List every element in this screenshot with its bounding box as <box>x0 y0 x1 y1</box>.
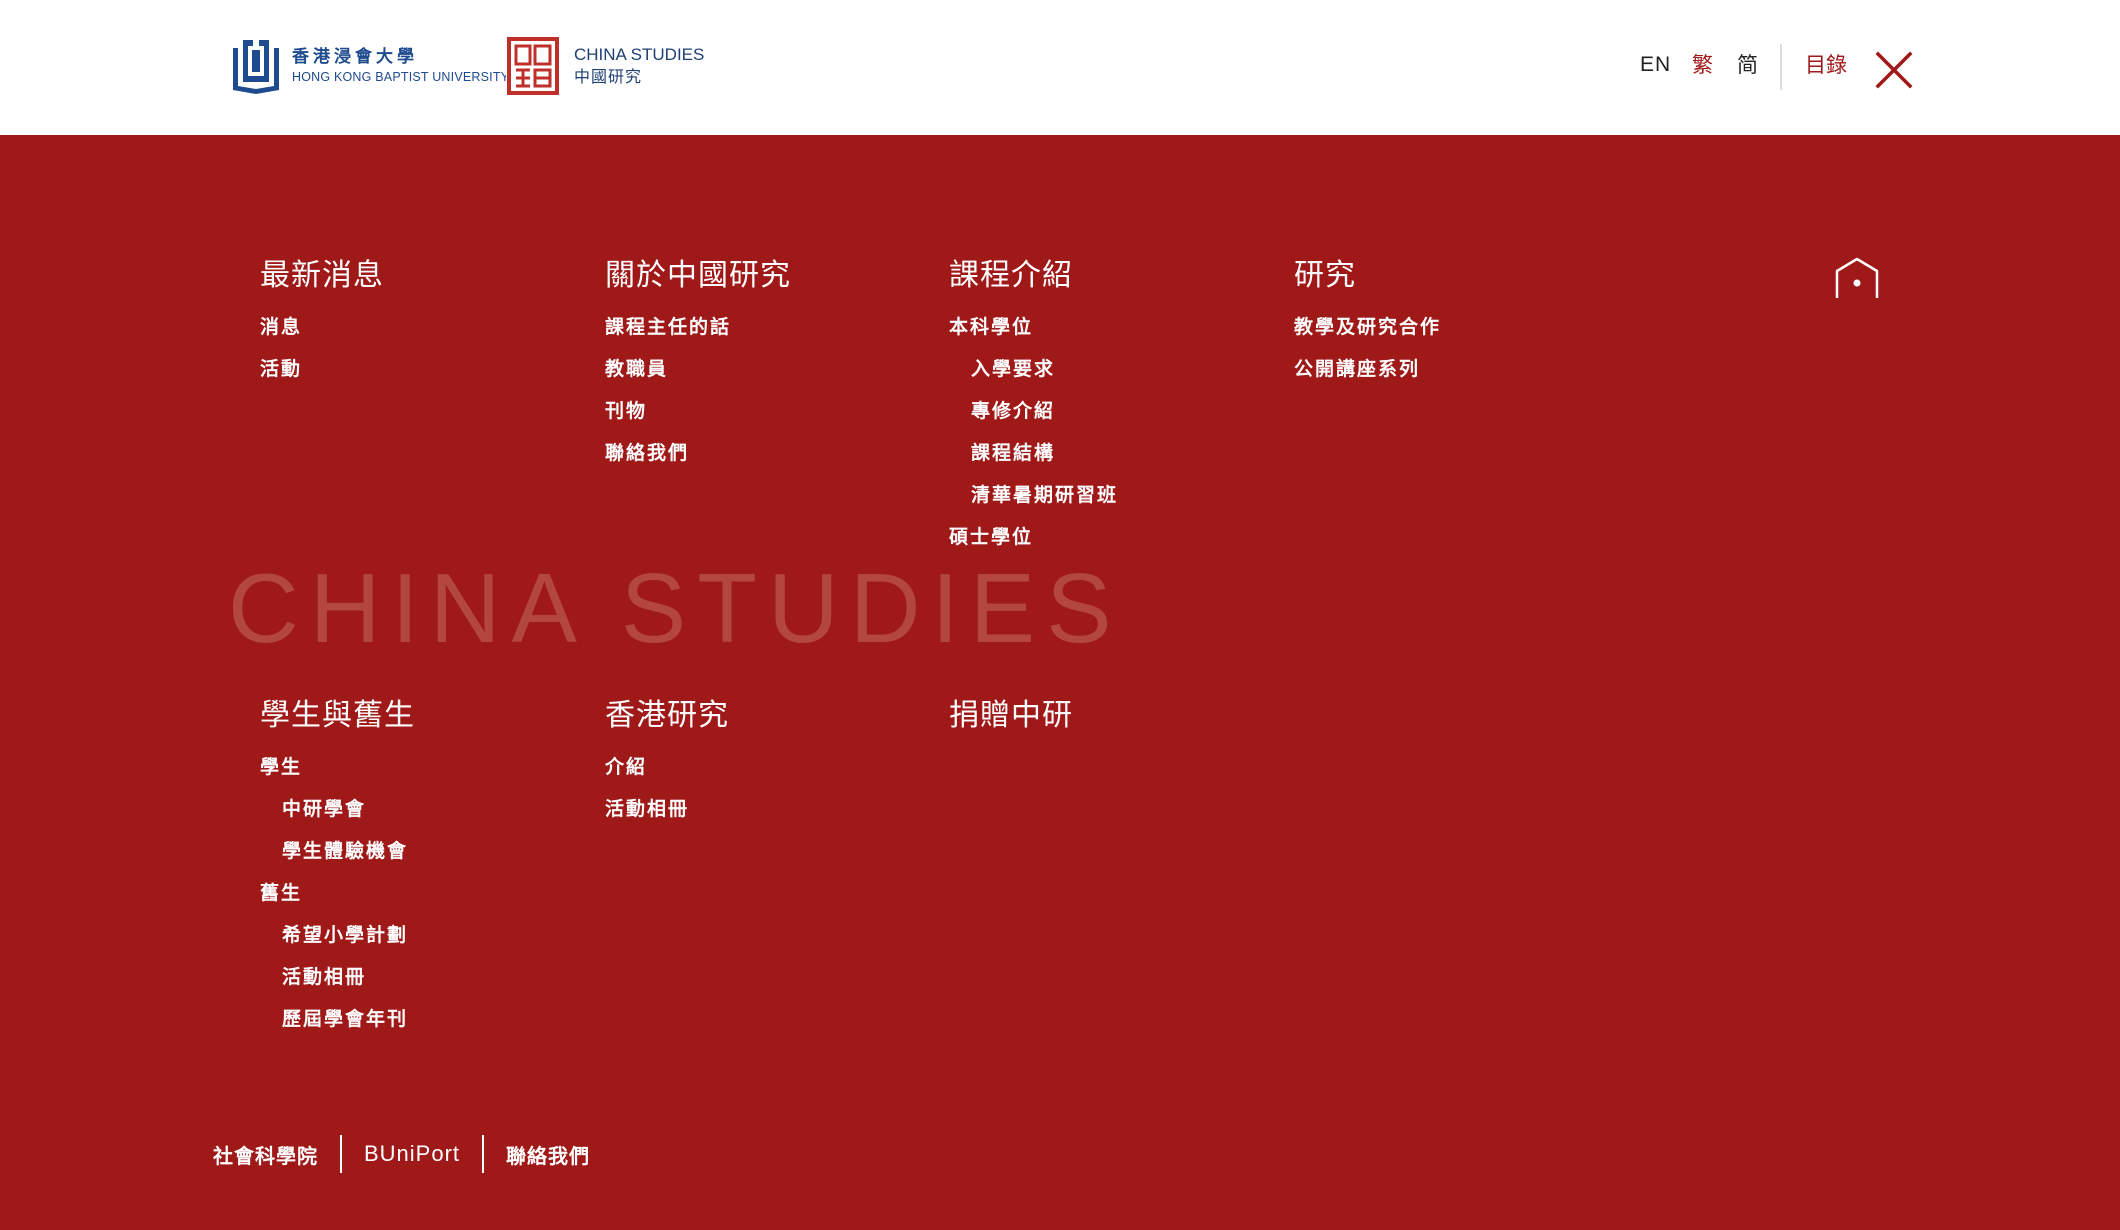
menu-column-donate: 捐贈中研 <box>949 698 1073 746</box>
menu-item-publications[interactable]: 刊物 <box>605 390 791 432</box>
menu-item-tsinghua-summer[interactable]: 清華暑期研習班 <box>949 474 1118 516</box>
menu-item-director-message[interactable]: 課程主任的話 <box>605 306 791 348</box>
menu-item-public-lectures[interactable]: 公開講座系列 <box>1294 348 1441 390</box>
footer-divider <box>482 1135 485 1173</box>
china-studies-watermark: CHINA STUDIES <box>228 553 1123 663</box>
hkbu-emblem-icon <box>233 40 279 94</box>
lang-traditional-link[interactable]: 繁 <box>1692 52 1713 78</box>
site-header: 香港浸會大學 HONG KONG BAPTIST UNIVERSITY CHIN… <box>0 0 2120 135</box>
menu-title-hk-studies[interactable]: 香港研究 <box>605 698 729 734</box>
menu-item-contact[interactable]: 聯絡我們 <box>605 432 791 474</box>
menu-item-students[interactable]: 學生 <box>260 746 415 788</box>
footer-link-buniport[interactable]: BUniPort <box>364 1141 460 1167</box>
menu-item-student-opportunities[interactable]: 學生體驗機會 <box>260 830 415 872</box>
seal-icon <box>506 36 560 96</box>
menu-column-research: 研究 教學及研究合作 公開講座系列 <box>1294 258 1441 390</box>
hkbu-logo[interactable]: 香港浸會大學 HONG KONG BAPTIST UNIVERSITY <box>230 36 509 96</box>
menu-column-hk-studies: 香港研究 介紹 活動相冊 <box>605 698 729 830</box>
menu-title-news[interactable]: 最新消息 <box>260 258 384 294</box>
menu-item-collaboration[interactable]: 教學及研究合作 <box>1294 306 1441 348</box>
menu-column-about: 關於中國研究 課程主任的話 教職員 刊物 聯絡我們 <box>605 258 791 474</box>
hkbu-name-en: HONG KONG BAPTIST UNIVERSITY <box>292 70 510 84</box>
menu-item-alumni-album[interactable]: 活動相冊 <box>260 956 415 998</box>
menu-item-hk-album[interactable]: 活動相冊 <box>605 788 729 830</box>
menu-item-alumni[interactable]: 舊生 <box>260 872 415 914</box>
header-divider <box>1780 44 1782 90</box>
footer-divider <box>340 1135 342 1173</box>
menu-item-curriculum[interactable]: 課程結構 <box>949 432 1118 474</box>
menu-item-events[interactable]: 活動 <box>260 348 384 390</box>
menu-title-programmes[interactable]: 課程介紹 <box>949 258 1118 294</box>
home-icon[interactable] <box>1834 255 1880 301</box>
china-studies-name-en: CHINA STUDIES <box>574 45 705 64</box>
menu-title-research[interactable]: 研究 <box>1294 258 1441 294</box>
menu-column-programmes: 課程介紹 本科學位 入學要求 專修介紹 課程結構 清華暑期研習班 碩士學位 <box>949 258 1118 558</box>
menu-title-donate[interactable]: 捐贈中研 <box>949 698 1073 734</box>
menu-item-staff[interactable]: 教職員 <box>605 348 791 390</box>
menu-column-news: 最新消息 消息 活動 <box>260 258 384 390</box>
menu-item-admission[interactable]: 入學要求 <box>949 348 1118 390</box>
menu-title-students[interactable]: 學生與舊生 <box>260 698 415 734</box>
menu-title-about[interactable]: 關於中國研究 <box>605 258 791 294</box>
menu-column-students: 學生與舊生 學生 中研學會 學生體驗機會 舊生 希望小學計劃 活動相冊 歷屆學會… <box>260 698 415 1040</box>
menu-item-student-society[interactable]: 中研學會 <box>260 788 415 830</box>
menu-label[interactable]: 目錄 <box>1805 52 1847 78</box>
menu-item-hope-school[interactable]: 希望小學計劃 <box>260 914 415 956</box>
hkbu-name-zh: 香港浸會大學 <box>292 47 418 67</box>
lang-simplified-link[interactable]: 简 <box>1737 52 1758 78</box>
china-studies-name-zh: 中國研究 <box>574 67 643 86</box>
close-icon[interactable] <box>1874 50 1914 90</box>
menu-item-undergraduate[interactable]: 本科學位 <box>949 306 1118 348</box>
footer-links: 社會科學院 BUniPort 聯絡我們 <box>213 1134 590 1174</box>
menu-item-concentrations[interactable]: 專修介紹 <box>949 390 1118 432</box>
footer-link-contact[interactable]: 聯絡我們 <box>506 1140 590 1169</box>
china-studies-logo[interactable]: CHINA STUDIES 中國研究 <box>506 36 704 96</box>
menu-item-news[interactable]: 消息 <box>260 306 384 348</box>
menu-item-master[interactable]: 碩士學位 <box>949 516 1118 558</box>
menu-item-introduction[interactable]: 介紹 <box>605 746 729 788</box>
menu-item-annual-yearbook[interactable]: 歷屆學會年刊 <box>260 998 415 1040</box>
lang-english-link[interactable]: EN <box>1640 52 1671 78</box>
footer-link-social-sciences[interactable]: 社會科學院 <box>213 1140 318 1169</box>
